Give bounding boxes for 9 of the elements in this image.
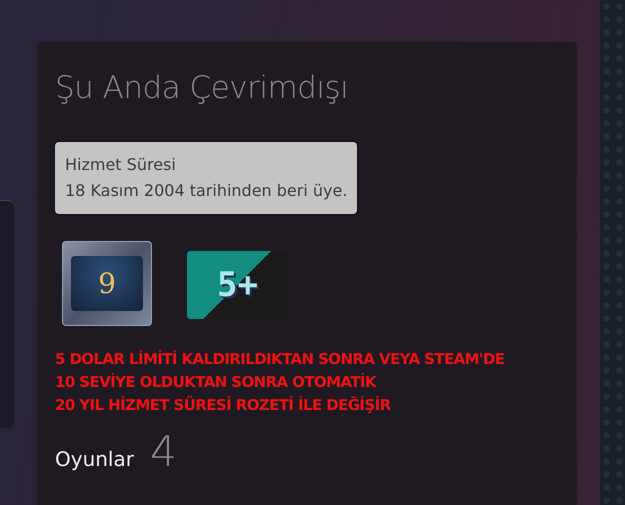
note-line: 5 DOLAR LİMİTİ KALDIRILDIKTAN SONRA VEYA STEAM'DE: [55, 349, 504, 370]
games-label[interactable]: Oyunlar: [55, 447, 134, 471]
tooltip-heading: Hizmet Süresi: [65, 154, 177, 176]
tooltip-text: 18 Kasım 2004 tarihinden beri üye.: [65, 180, 348, 202]
games-count[interactable]: 4: [150, 427, 177, 476]
note-line: 10 SEVİYE OLDUKTAN SONRA OTOMATİK: [55, 372, 378, 393]
status-title: Şu Anda Çevrimdışı: [55, 70, 348, 106]
years-badge[interactable]: 9: [62, 241, 152, 326]
note-line: 20 YIL HİZMET SÜRESİ ROZETİ İLE DEĞİŞİR: [55, 395, 392, 416]
